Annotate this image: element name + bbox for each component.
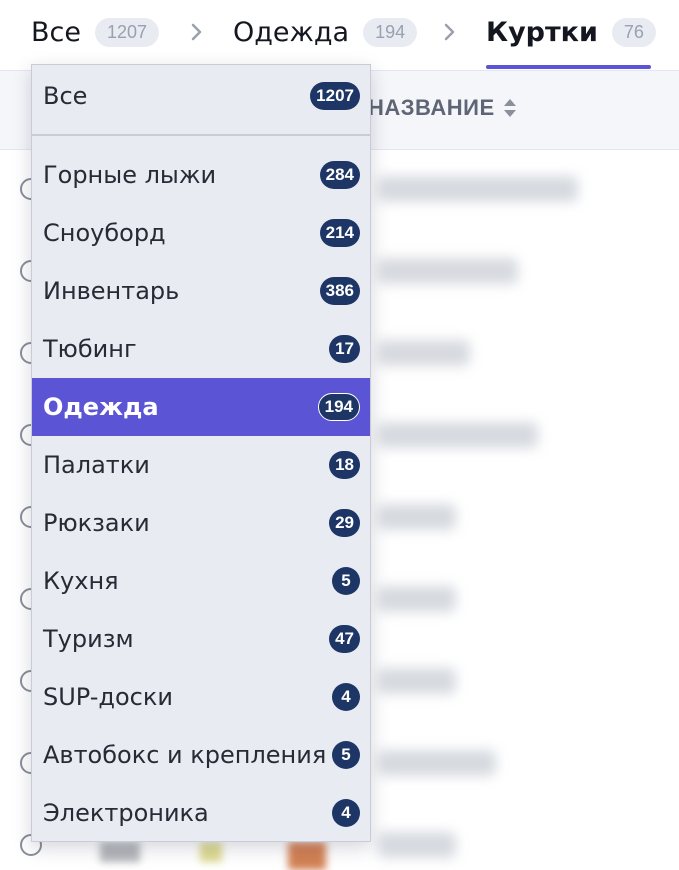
dropdown-item-count: 5 bbox=[332, 741, 360, 769]
dropdown-item-count: 4 bbox=[332, 799, 360, 827]
column-header-name[interactable]: НАЗВАНИЕ bbox=[368, 95, 517, 121]
dropdown-item-label: Палатки bbox=[43, 451, 150, 479]
breadcrumb-label: Все bbox=[31, 16, 81, 48]
breadcrumb-count: 1207 bbox=[94, 17, 160, 47]
dropdown-item-label: Инвентарь bbox=[43, 277, 180, 305]
breadcrumb: Все 1207 Одежда 194 Куртки 76 bbox=[0, 0, 679, 71]
dropdown-item-count: 284 bbox=[319, 161, 360, 189]
blurred-text bbox=[378, 668, 456, 694]
blurred-text bbox=[378, 504, 456, 530]
blurred-text bbox=[378, 586, 456, 612]
dropdown-item-label: Туризм bbox=[43, 625, 134, 653]
dropdown-item-label: Кухня bbox=[43, 567, 119, 595]
blurred-text bbox=[378, 422, 538, 448]
dropdown-item[interactable]: SUP-доски 4 bbox=[32, 668, 370, 726]
breadcrumb-item-all[interactable]: Все 1207 bbox=[31, 10, 160, 54]
breadcrumb-item-clothing[interactable]: Одежда 194 bbox=[233, 10, 418, 54]
dropdown-item-count: 194 bbox=[317, 393, 360, 421]
dropdown-item[interactable]: Электроника 4 bbox=[32, 784, 370, 841]
dropdown-item[interactable]: Палатки 18 bbox=[32, 436, 370, 494]
dropdown-item-count: 5 bbox=[332, 567, 360, 595]
dropdown-item[interactable]: Инвентарь 386 bbox=[32, 262, 370, 320]
dropdown-item[interactable]: Тюбинг 17 bbox=[32, 320, 370, 378]
dropdown-item-count: 4 bbox=[332, 683, 360, 711]
dropdown-item-count: 18 bbox=[329, 451, 360, 479]
blurred-image bbox=[200, 842, 222, 862]
dropdown-item-count: 47 bbox=[329, 625, 360, 653]
dropdown-item-label: Электроника bbox=[43, 799, 209, 827]
breadcrumb-count: 76 bbox=[611, 17, 656, 47]
dropdown-item-label: Все bbox=[43, 82, 88, 110]
dropdown-item-count: 386 bbox=[319, 277, 360, 305]
chevron-right-icon bbox=[191, 23, 202, 41]
dropdown-item[interactable]: Рюкзаки 29 bbox=[32, 494, 370, 552]
dropdown-item[interactable]: Автобокс и крепления 5 bbox=[32, 726, 370, 784]
dropdown-item[interactable]: Кухня 5 bbox=[32, 552, 370, 610]
blurred-text bbox=[378, 176, 578, 202]
dropdown-item-count: 17 bbox=[329, 335, 360, 363]
category-dropdown: Все 1207 Горные лыжи 284 Сноуборд 214 Ин… bbox=[31, 64, 371, 842]
active-tab-underline bbox=[486, 65, 651, 69]
breadcrumb-label: Куртки bbox=[486, 16, 598, 48]
sort-icon bbox=[503, 99, 516, 117]
blurred-text bbox=[378, 258, 518, 284]
dropdown-item-label: Автобокс и крепления bbox=[43, 741, 327, 769]
dropdown-item-label: Горные лыжи bbox=[43, 161, 217, 189]
breadcrumb-count: 194 bbox=[363, 17, 418, 47]
page: Все 1207 Одежда 194 Куртки 76 НАЗВАНИЕ В… bbox=[0, 0, 679, 870]
dropdown-item-label: Сноуборд bbox=[43, 219, 166, 247]
blurred-text bbox=[378, 750, 496, 776]
dropdown-item-count: 29 bbox=[329, 509, 360, 537]
dropdown-item-label: Рюкзаки bbox=[43, 509, 150, 537]
dropdown-item[interactable]: Горные лыжи 284 bbox=[32, 146, 370, 204]
blurred-image bbox=[100, 842, 140, 862]
dropdown-divider bbox=[32, 134, 370, 136]
dropdown-item-label: Тюбинг bbox=[43, 335, 137, 363]
column-header-label: НАЗВАНИЕ bbox=[368, 95, 495, 120]
dropdown-item-label: Одежда bbox=[43, 393, 159, 421]
dropdown-item-count: 1207 bbox=[310, 82, 360, 110]
breadcrumb-item-jackets[interactable]: Куртки 76 bbox=[486, 10, 656, 54]
blurred-text bbox=[378, 832, 456, 858]
dropdown-item[interactable]: Сноуборд 214 bbox=[32, 204, 370, 262]
dropdown-item-label: SUP-доски bbox=[43, 683, 173, 711]
dropdown-item-selected[interactable]: Одежда 194 bbox=[32, 378, 370, 436]
breadcrumb-label: Одежда bbox=[233, 16, 350, 48]
blurred-image bbox=[288, 842, 326, 870]
blurred-text bbox=[378, 340, 470, 366]
dropdown-item-count: 214 bbox=[319, 219, 360, 247]
dropdown-item-all[interactable]: Все 1207 bbox=[32, 67, 370, 125]
chevron-right-icon bbox=[444, 23, 455, 41]
dropdown-item[interactable]: Туризм 47 bbox=[32, 610, 370, 668]
